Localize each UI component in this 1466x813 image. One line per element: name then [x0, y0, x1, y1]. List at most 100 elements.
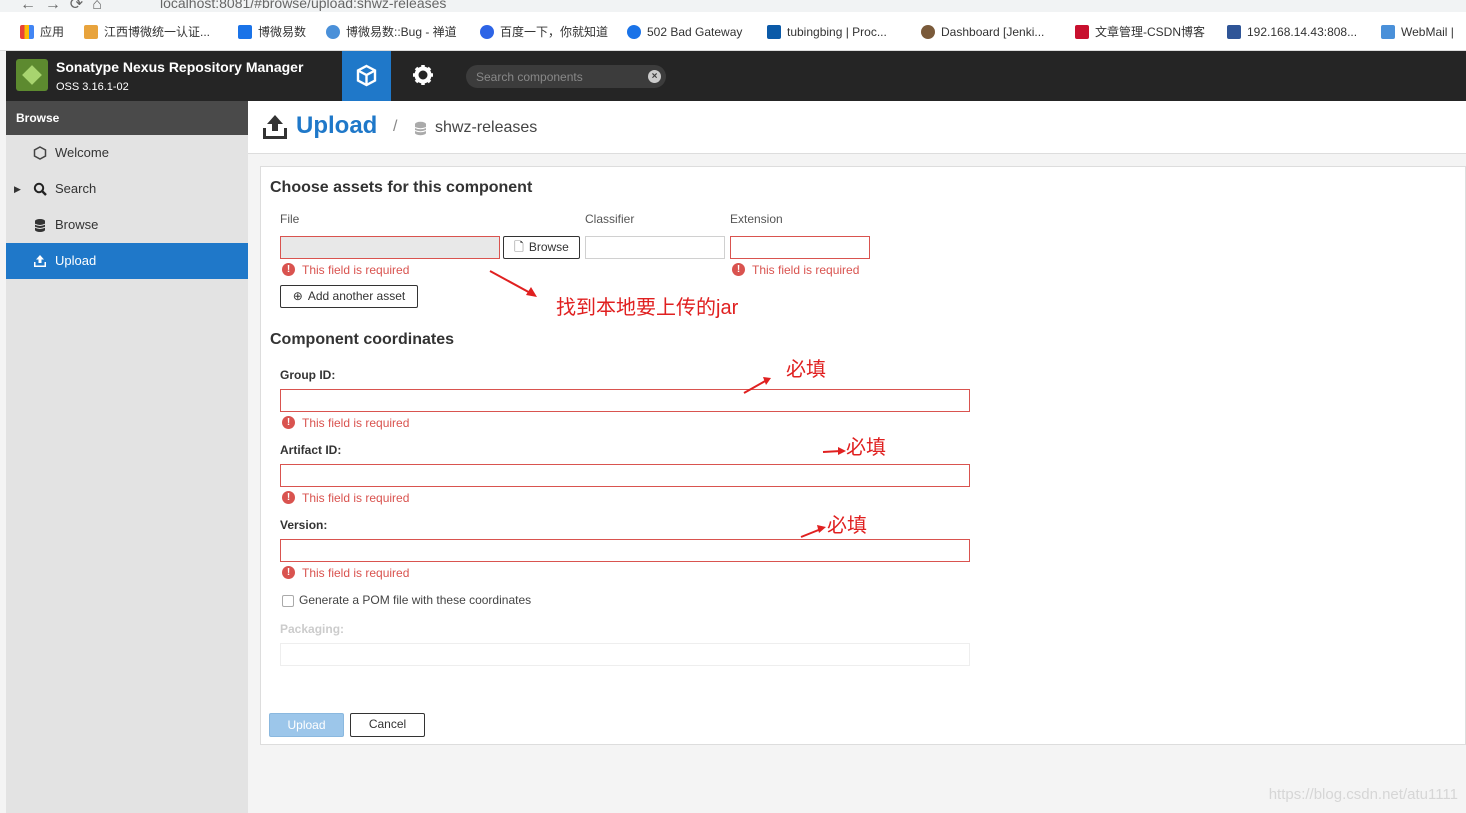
packaging-field[interactable]	[280, 643, 970, 666]
error-icon: !	[282, 566, 295, 579]
bookmark-label: 江西博微统一认证...	[104, 25, 211, 39]
error-icon: !	[732, 263, 745, 276]
bookmark-jiangxi-bowei[interactable]: 江西博微统一认证...	[84, 24, 210, 40]
add-asset-button[interactable]: ⊕ Add another asset	[280, 285, 418, 308]
bookmark-label: Dashboard [Jenki...	[941, 25, 1045, 39]
annotation-required-version: 必填	[827, 515, 867, 537]
extension-field[interactable]	[730, 236, 870, 259]
address-text[interactable]: localhost:8081/#browse/upload:shwz-relea…	[160, 0, 446, 11]
jenkins-icon	[921, 25, 935, 39]
annotation-required-group: 必填	[786, 359, 826, 381]
bookmark-label: 博微易数	[258, 25, 307, 39]
annotation-arrow	[743, 377, 771, 394]
annotation-arrow	[489, 270, 537, 297]
plus-circle-icon: ⊕	[292, 289, 303, 303]
sidebar-item-welcome[interactable]: Welcome	[6, 135, 248, 171]
packaging-input[interactable]	[281, 644, 969, 665]
annotation-arrow	[822, 447, 846, 455]
classifier-input[interactable]	[586, 237, 724, 258]
error-text: This field is required	[302, 263, 410, 277]
bookmark-label: 博微易数::Bug - 禅道	[346, 25, 457, 39]
bookmark-csdn[interactable]: 文章管理-CSDN博客	[1075, 24, 1205, 40]
upload-button[interactable]: Upload	[269, 713, 344, 737]
bookmark-favicon-icon	[84, 25, 98, 39]
artifact-id-error: ! This field is required	[282, 491, 409, 505]
error-text: This field is required	[302, 566, 410, 580]
sidebar-item-label: Browse	[55, 217, 99, 232]
sidebar-item-label: Search	[55, 181, 97, 196]
bookmark-label: 192.168.14.43:808...	[1247, 25, 1358, 39]
sidebar-item-browse[interactable]: Browse	[6, 207, 248, 243]
artifact-id-input[interactable]	[281, 465, 969, 486]
browse-mode-button[interactable]	[342, 51, 391, 101]
artifact-id-label: Artifact ID:	[280, 443, 342, 457]
generate-pom-checkbox[interactable]	[282, 595, 294, 607]
bookmark-favicon-icon	[238, 25, 252, 39]
error-text: This field is required	[752, 263, 860, 277]
sidebar-item-search[interactable]: ▶ Search	[6, 171, 248, 207]
bookmark-502[interactable]: 502 Bad Gateway	[627, 24, 742, 40]
page-title[interactable]: Upload	[296, 112, 377, 140]
file-column-label: File	[280, 212, 300, 226]
annotation-jar-note: 找到本地要上传的jar	[556, 297, 739, 319]
coords-section-title: Component coordinates	[270, 331, 455, 348]
bookmark-label: tubingbing | Proc...	[787, 25, 887, 39]
file-icon: 🗋	[514, 240, 524, 254]
generate-pom-label: Generate a POM file with these coordinat…	[299, 593, 532, 607]
sidebar-item-upload[interactable]: Upload	[6, 243, 248, 279]
repository-name: shwz-releases	[435, 119, 538, 136]
breadcrumb-separator: /	[393, 118, 398, 135]
browse-button[interactable]: 🗋 Browse	[503, 236, 580, 259]
cancel-button[interactable]: Cancel	[350, 713, 425, 737]
error-icon: !	[282, 416, 295, 429]
file-field[interactable]	[280, 236, 500, 259]
browser-address-bar[interactable]: ← → ⟳ ⌂ localhost:8081/#browse/upload:sh…	[0, 0, 1466, 12]
version-error: ! This field is required	[282, 566, 409, 580]
bookmark-webmail[interactable]: WebMail |	[1381, 24, 1454, 40]
browser-nav-icons[interactable]: ← → ⟳ ⌂	[20, 0, 102, 12]
bookmark-zentao[interactable]: 博微易数::Bug - 禅道	[326, 24, 457, 40]
bookmark-label: 文章管理-CSDN博客	[1095, 25, 1205, 39]
bookmarks-bar: 应用 江西博微统一认证... 博微易数 博微易数::Bug - 禅道 百度一下，…	[0, 12, 1466, 51]
group-id-field[interactable]	[280, 389, 970, 412]
bookmark-label: 502 Bad Gateway	[647, 25, 743, 39]
database-icon	[34, 219, 46, 232]
bookmark-apps[interactable]: 应用	[20, 24, 64, 40]
expand-arrow-icon[interactable]: ▶	[14, 171, 21, 207]
sidebar-heading: Browse	[6, 101, 248, 135]
search-icon	[33, 182, 47, 196]
extension-column-label: Extension	[730, 212, 783, 226]
bookmark-favicon-icon	[1381, 25, 1395, 39]
bookmark-jenkins[interactable]: Dashboard [Jenki...	[921, 24, 1044, 40]
group-id-input[interactable]	[281, 390, 969, 411]
packaging-label: Packaging:	[280, 622, 345, 636]
extension-input[interactable]	[731, 237, 869, 258]
error-icon: !	[282, 263, 295, 276]
bookmark-label: 百度一下，你就知道	[500, 25, 609, 39]
breadcrumb: Upload / shwz-releases	[248, 101, 1466, 154]
version-field[interactable]	[280, 539, 970, 562]
bookmark-tubingbing[interactable]: tubingbing | Proc...	[767, 24, 887, 40]
clear-search-icon[interactable]: ×	[648, 70, 661, 83]
group-id-label: Group ID:	[280, 368, 336, 382]
watermark: https://blog.csdn.net/atu1111	[1268, 786, 1458, 803]
component-search[interactable]: ×	[466, 65, 666, 88]
bookmark-h2[interactable]: 192.168.14.43:808...	[1227, 24, 1357, 40]
cube-icon	[356, 64, 377, 87]
version-input[interactable]	[281, 540, 969, 561]
add-asset-label: Add another asset	[307, 289, 406, 303]
extension-error: ! This field is required	[732, 263, 859, 277]
classifier-field[interactable]	[585, 236, 725, 259]
baidu-paw-icon	[480, 25, 494, 39]
gear-icon	[413, 65, 433, 85]
sidebar-item-label: Upload	[55, 253, 97, 268]
artifact-id-field[interactable]	[280, 464, 970, 487]
bookmark-label: 应用	[40, 25, 65, 39]
search-input[interactable]	[476, 68, 646, 85]
bookmark-boweiyishu[interactable]: 博微易数	[238, 24, 306, 40]
database-icon	[414, 121, 427, 136]
file-input[interactable]	[281, 237, 499, 258]
bookmark-baidu[interactable]: 百度一下，你就知道	[480, 24, 608, 40]
annotation-required-artifact: 必填	[846, 437, 886, 459]
admin-mode-button[interactable]	[401, 51, 446, 101]
